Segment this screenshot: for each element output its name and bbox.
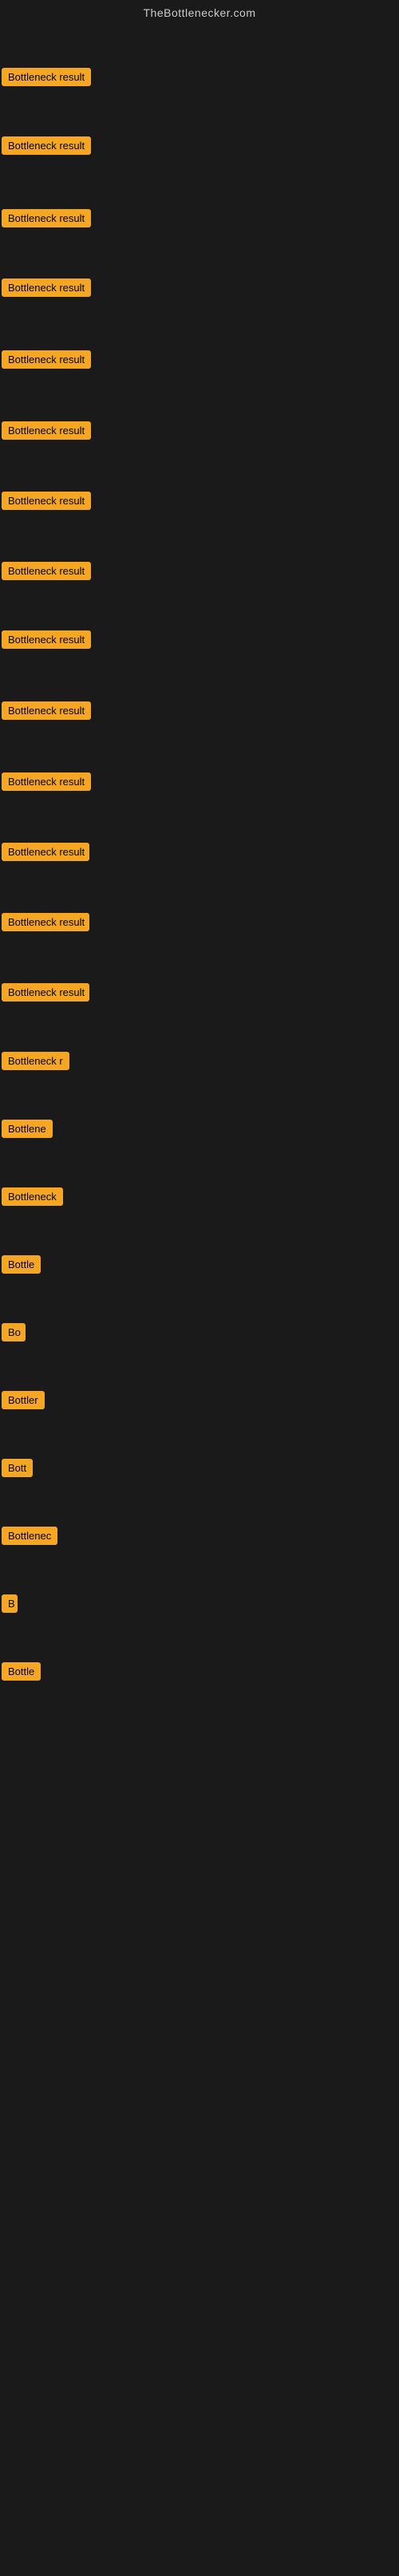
bottleneck-badge-1[interactable]: Bottleneck result: [2, 68, 91, 86]
bottleneck-badge-9[interactable]: Bottleneck result: [2, 630, 91, 649]
badge-row-7: Bottleneck result: [2, 492, 91, 514]
bottleneck-badge-8[interactable]: Bottleneck result: [2, 562, 91, 580]
badge-row-14: Bottleneck result: [2, 983, 89, 1006]
bottleneck-badge-16[interactable]: Bottlene: [2, 1120, 53, 1138]
bottleneck-badge-17[interactable]: Bottleneck: [2, 1187, 63, 1206]
badge-row-2: Bottleneck result: [2, 136, 91, 159]
bottleneck-badge-13[interactable]: Bottleneck result: [2, 913, 89, 931]
badge-row-11: Bottleneck result: [2, 772, 91, 795]
site-title: TheBottlenecker.com: [0, 0, 399, 22]
badge-row-22: Bottlenec: [2, 1527, 57, 1549]
bottleneck-badge-12[interactable]: Bottleneck result: [2, 843, 89, 861]
badge-row-9: Bottleneck result: [2, 630, 91, 653]
badge-row-23: B: [2, 1594, 18, 1617]
bottleneck-badge-23[interactable]: B: [2, 1594, 18, 1613]
badge-row-12: Bottleneck result: [2, 843, 89, 865]
badge-row-18: Bottle: [2, 1255, 41, 1278]
bottleneck-badge-10[interactable]: Bottleneck result: [2, 701, 91, 720]
badge-row-5: Bottleneck result: [2, 350, 91, 373]
badge-row-3: Bottleneck result: [2, 209, 91, 231]
badge-row-16: Bottlene: [2, 1120, 53, 1142]
badge-row-10: Bottleneck result: [2, 701, 91, 724]
bottleneck-badge-7[interactable]: Bottleneck result: [2, 492, 91, 510]
badge-row-24: Bottle: [2, 1662, 41, 1685]
bottleneck-badge-6[interactable]: Bottleneck result: [2, 421, 91, 440]
bottleneck-badge-20[interactable]: Bottler: [2, 1391, 45, 1409]
badge-row-20: Bottler: [2, 1391, 45, 1413]
bottleneck-badge-5[interactable]: Bottleneck result: [2, 350, 91, 369]
bottleneck-badge-4[interactable]: Bottleneck result: [2, 279, 91, 297]
bottleneck-badge-14[interactable]: Bottleneck result: [2, 983, 89, 1002]
bottleneck-badge-18[interactable]: Bottle: [2, 1255, 41, 1274]
bottleneck-badge-15[interactable]: Bottleneck r: [2, 1052, 69, 1070]
badge-row-4: Bottleneck result: [2, 279, 91, 301]
badge-row-17: Bottleneck: [2, 1187, 63, 1210]
bottleneck-badge-11[interactable]: Bottleneck result: [2, 772, 91, 791]
badge-row-6: Bottleneck result: [2, 421, 91, 444]
bottleneck-badge-22[interactable]: Bottlenec: [2, 1527, 57, 1545]
bottleneck-badge-2[interactable]: Bottleneck result: [2, 136, 91, 155]
badge-row-19: Bo: [2, 1323, 26, 1345]
badges-container: Bottleneck result Bottleneck result Bottle…: [0, 22, 399, 2576]
badge-row-1: Bottleneck result: [2, 68, 91, 90]
badge-row-21: Bott: [2, 1459, 33, 1481]
bottleneck-badge-24[interactable]: Bottle: [2, 1662, 41, 1681]
bottleneck-badge-3[interactable]: Bottleneck result: [2, 209, 91, 227]
badge-row-13: Bottleneck result: [2, 913, 89, 935]
badge-row-15: Bottleneck r: [2, 1052, 69, 1074]
bottleneck-badge-19[interactable]: Bo: [2, 1323, 26, 1341]
badge-row-8: Bottleneck result: [2, 562, 91, 584]
bottleneck-badge-21[interactable]: Bott: [2, 1459, 33, 1477]
